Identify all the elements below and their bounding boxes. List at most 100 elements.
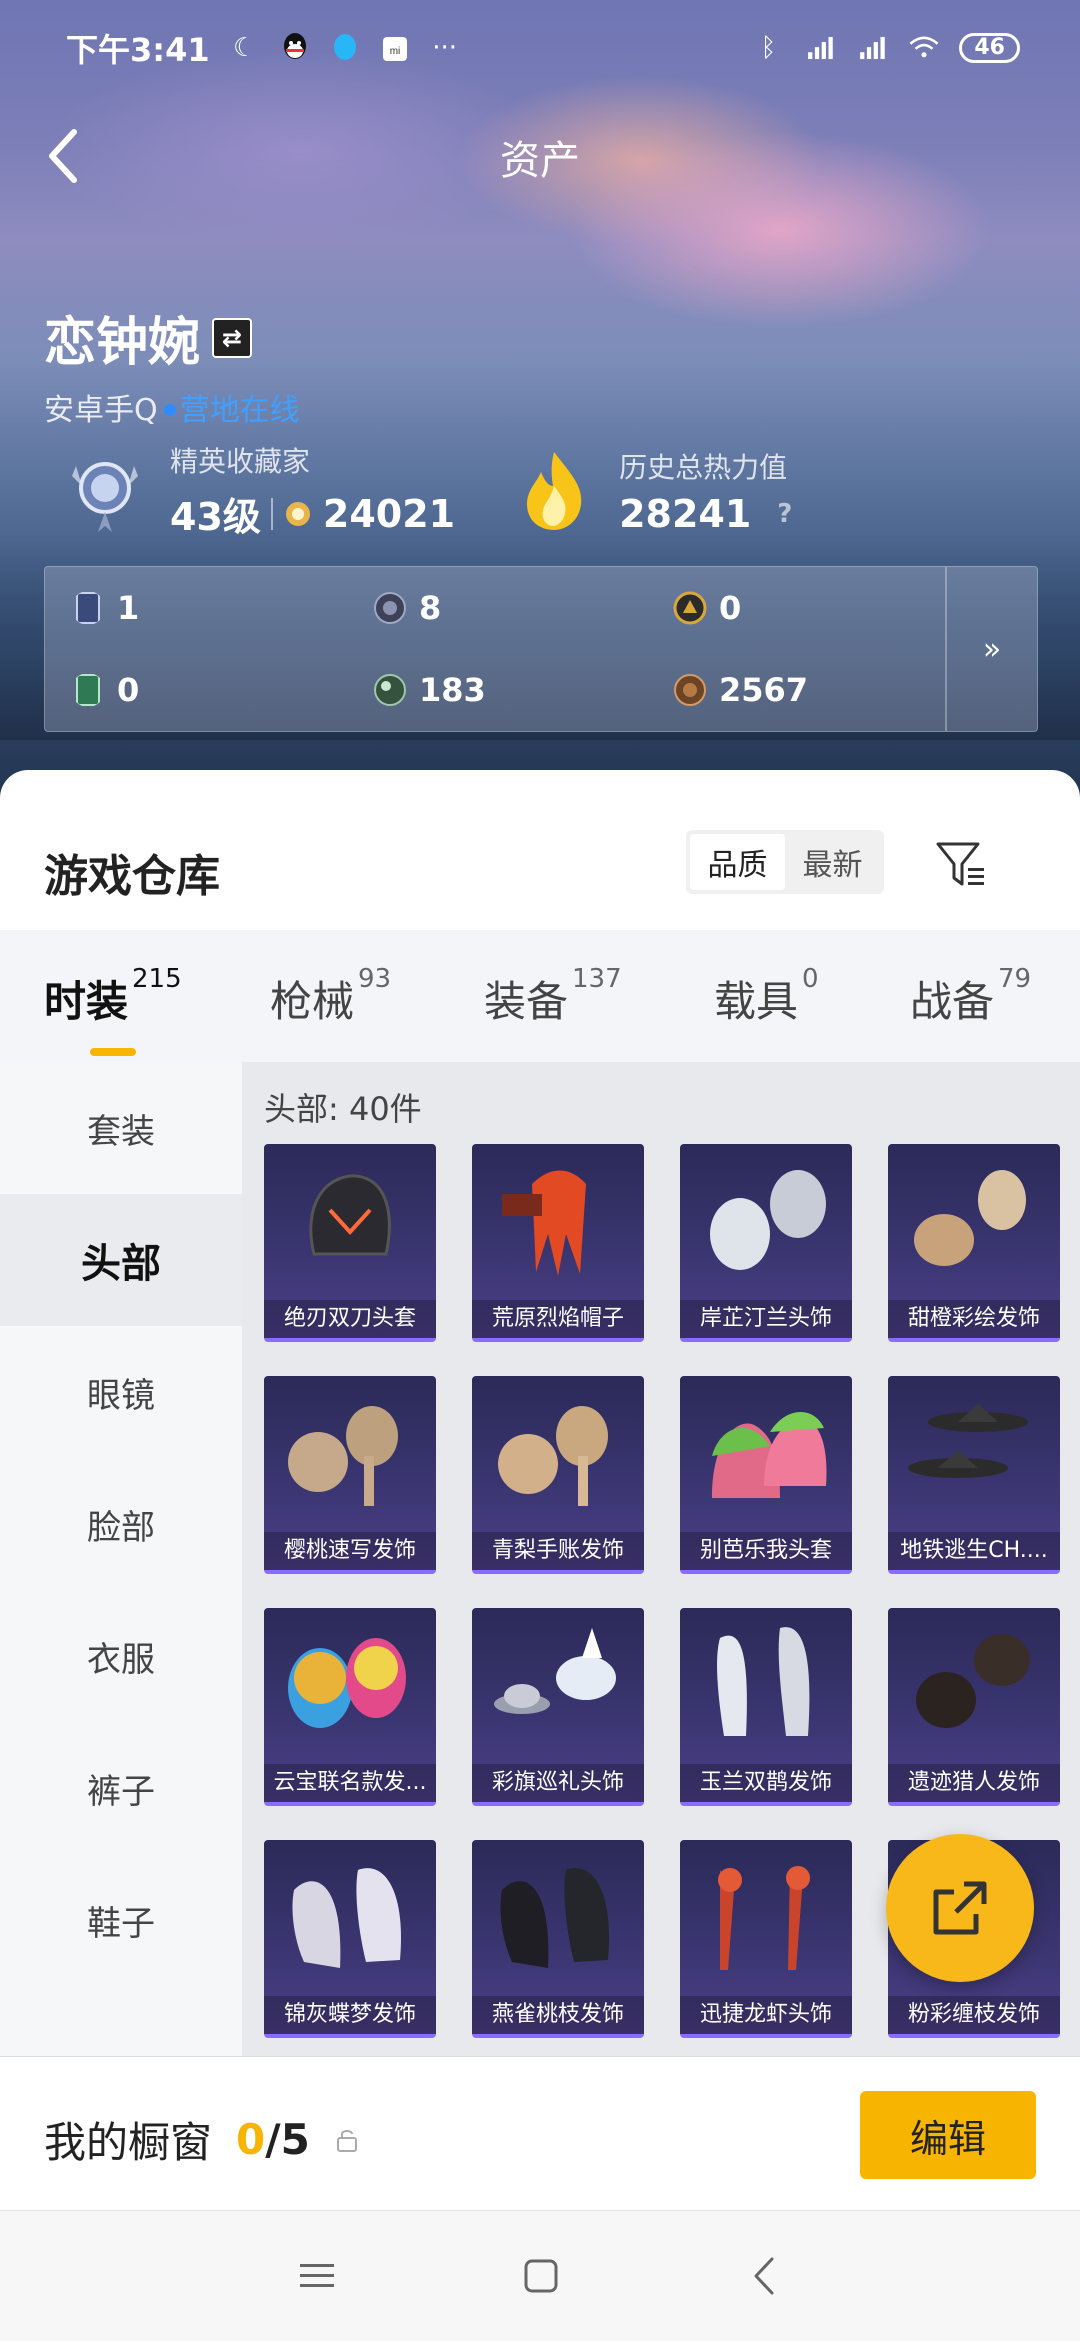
braid-hair-icon [498, 1406, 608, 1506]
item-name: 迅捷龙虾头饰 [680, 1996, 852, 2034]
signal-icon [855, 31, 889, 65]
online-status: 营地在线 [179, 393, 300, 428]
asset-value: 8 [419, 589, 442, 627]
orb-green-icon [374, 674, 406, 706]
collector-points: 24021 [322, 491, 456, 536]
heat-label: 历史总热力值 [619, 450, 788, 484]
points-icon [285, 501, 310, 526]
item-card[interactable]: 迅捷龙虾头饰 [680, 1840, 852, 2038]
warehouse-header: 游戏仓库 品质 最新 [0, 770, 1080, 930]
item-name: 云宝联名款发... [264, 1764, 436, 1802]
coin-gray-icon [374, 592, 406, 624]
sidebar-item-face[interactable]: 脸部 [0, 1458, 242, 1590]
showcase-label: 我的橱窗 [44, 2118, 213, 2167]
tab-vehicles[interactable]: 载具 0 [714, 964, 819, 1029]
asset-value: 0 [719, 589, 742, 627]
item-name: 荒原烈焰帽子 [472, 1300, 644, 1338]
item-name: 别芭乐我头套 [680, 1532, 852, 1570]
sidebar-item-pants[interactable]: 裤子 [0, 1722, 242, 1854]
back-nav-icon[interactable] [740, 2251, 790, 2301]
system-nav-bar [0, 2210, 1080, 2341]
home-icon[interactable] [516, 2251, 566, 2301]
asset-item[interactable]: 1 [71, 589, 139, 627]
item-name: 地铁逃生CH.... [888, 1532, 1060, 1570]
tab-supplies[interactable]: 战备 79 [910, 964, 1031, 1029]
sidebar-item-shoes[interactable]: 鞋子 [0, 1854, 242, 1986]
helmet-icon [309, 1174, 391, 1256]
qq-icon [278, 31, 312, 65]
sort-latest[interactable]: 最新 [785, 834, 880, 890]
item-card[interactable]: 彩旗巡礼头饰 [472, 1608, 644, 1806]
showcase-info: 我的橱窗 0/5 [44, 2109, 360, 2170]
dark-hair-icon [916, 1634, 1030, 1728]
item-card[interactable]: 别芭乐我头套 [680, 1376, 852, 1574]
white-long-hair-icon [717, 1627, 810, 1736]
item-card[interactable]: 甜橙彩绘发饰 [888, 1144, 1060, 1342]
share-button[interactable] [886, 1834, 1034, 1982]
edit-button[interactable]: 编辑 [860, 2091, 1036, 2179]
card-icon [76, 592, 100, 624]
asset-item[interactable]: 0 [71, 671, 139, 709]
item-card[interactable]: 地铁逃生CH.... [888, 1376, 1060, 1574]
lock-icon [336, 2129, 357, 2152]
flame-hat-icon [502, 1170, 586, 1276]
asset-item[interactable]: 0 [673, 589, 741, 627]
item-card[interactable]: 岸芷汀兰头饰 [680, 1144, 852, 1342]
item-card[interactable]: 云宝联名款发... [264, 1608, 436, 1806]
category-tabs: 时装 215 枪械 93 装备 137 载具 0 战备 79 [0, 930, 1080, 1062]
sidebar-item-glasses[interactable]: 眼镜 [0, 1326, 242, 1458]
item-card[interactable]: 绝刃双刀头套 [264, 1144, 436, 1342]
tab-fashion[interactable]: 时装 215 [44, 964, 182, 1029]
assets-more-button[interactable]: » [945, 567, 1037, 731]
collector-stat[interactable]: 精英收藏家 43级 24021 [62, 440, 455, 541]
item-name: 燕雀桃枝发饰 [472, 1996, 644, 2034]
sort-quality[interactable]: 品质 [690, 834, 785, 890]
help-icon[interactable]: ? [777, 499, 792, 529]
asset-item[interactable]: 8 [373, 589, 441, 627]
battery-indicator: 46 [959, 33, 1020, 63]
stats-row: 精英收藏家 43级 24021 历史总热力值 28241 ? [62, 440, 848, 541]
asset-value: 183 [419, 671, 486, 709]
user-info: 恋钟婉 ⇄ 安卓手Q 营地在线 [44, 300, 300, 429]
rainbow-hair-icon [288, 1638, 406, 1728]
item-card[interactable]: 玉兰双鹊发饰 [680, 1608, 852, 1806]
straw-hat-icon [908, 1404, 1028, 1478]
asset-item[interactable]: 183 [373, 671, 486, 709]
more-dots-icon: ··· [432, 33, 457, 63]
share-icon [933, 1881, 987, 1935]
tab-guns[interactable]: 枪械 93 [270, 964, 391, 1029]
flag-hat-icon [494, 1628, 616, 1714]
tab-equipment[interactable]: 装备 137 [484, 964, 622, 1029]
collector-level: 43级 [170, 495, 261, 539]
item-card[interactable]: 青梨手账发饰 [472, 1376, 644, 1574]
flame-icon [511, 446, 597, 536]
warehouse-sheet: 游戏仓库 品质 最新 时装 215 枪械 93 装备 137 载具 0 战备 79 套装 … [0, 770, 1080, 2210]
sidebar-item-head[interactable]: 头部 [0, 1194, 242, 1326]
asset-item[interactable]: 2567 [673, 671, 808, 709]
ticket-icon [76, 674, 100, 706]
top-bar: 资产 [0, 118, 1080, 188]
qq-blue-icon [328, 31, 362, 65]
blonde-hair-icon [288, 1406, 398, 1506]
wifi-icon [907, 31, 941, 65]
switch-account-icon[interactable]: ⇄ [212, 317, 253, 358]
showcase-bar: 我的橱窗 0/5 编辑 [0, 2056, 1080, 2211]
item-card[interactable]: 遗迹猎人发饰 [888, 1608, 1060, 1806]
status-time: 下午3:41 [66, 31, 210, 69]
page-title: 资产 [500, 138, 580, 184]
item-card[interactable]: 燕雀桃枝发饰 [472, 1840, 644, 2038]
sidebar-item-clothes[interactable]: 衣服 [0, 1590, 242, 1722]
item-card[interactable]: 樱桃速写发饰 [264, 1376, 436, 1574]
sort-toggle: 品质 最新 [686, 830, 884, 894]
heat-stat[interactable]: 历史总热力值 28241 ? [511, 440, 792, 541]
menu-icon[interactable] [292, 2251, 342, 2301]
item-card[interactable]: 荒原烈焰帽子 [472, 1144, 644, 1342]
item-card[interactable]: 锦灰蝶梦发饰 [264, 1840, 436, 2038]
svg-text:mi: mi [389, 46, 400, 57]
item-name: 岸芷汀兰头饰 [680, 1300, 852, 1338]
bluetooth-icon: ᛒ [760, 33, 777, 63]
filter-icon[interactable] [934, 836, 990, 892]
fruit-mask-icon [712, 1411, 827, 1498]
white-hair-icon [710, 1170, 826, 1270]
sidebar-item-suit[interactable]: 套装 [0, 1062, 242, 1194]
